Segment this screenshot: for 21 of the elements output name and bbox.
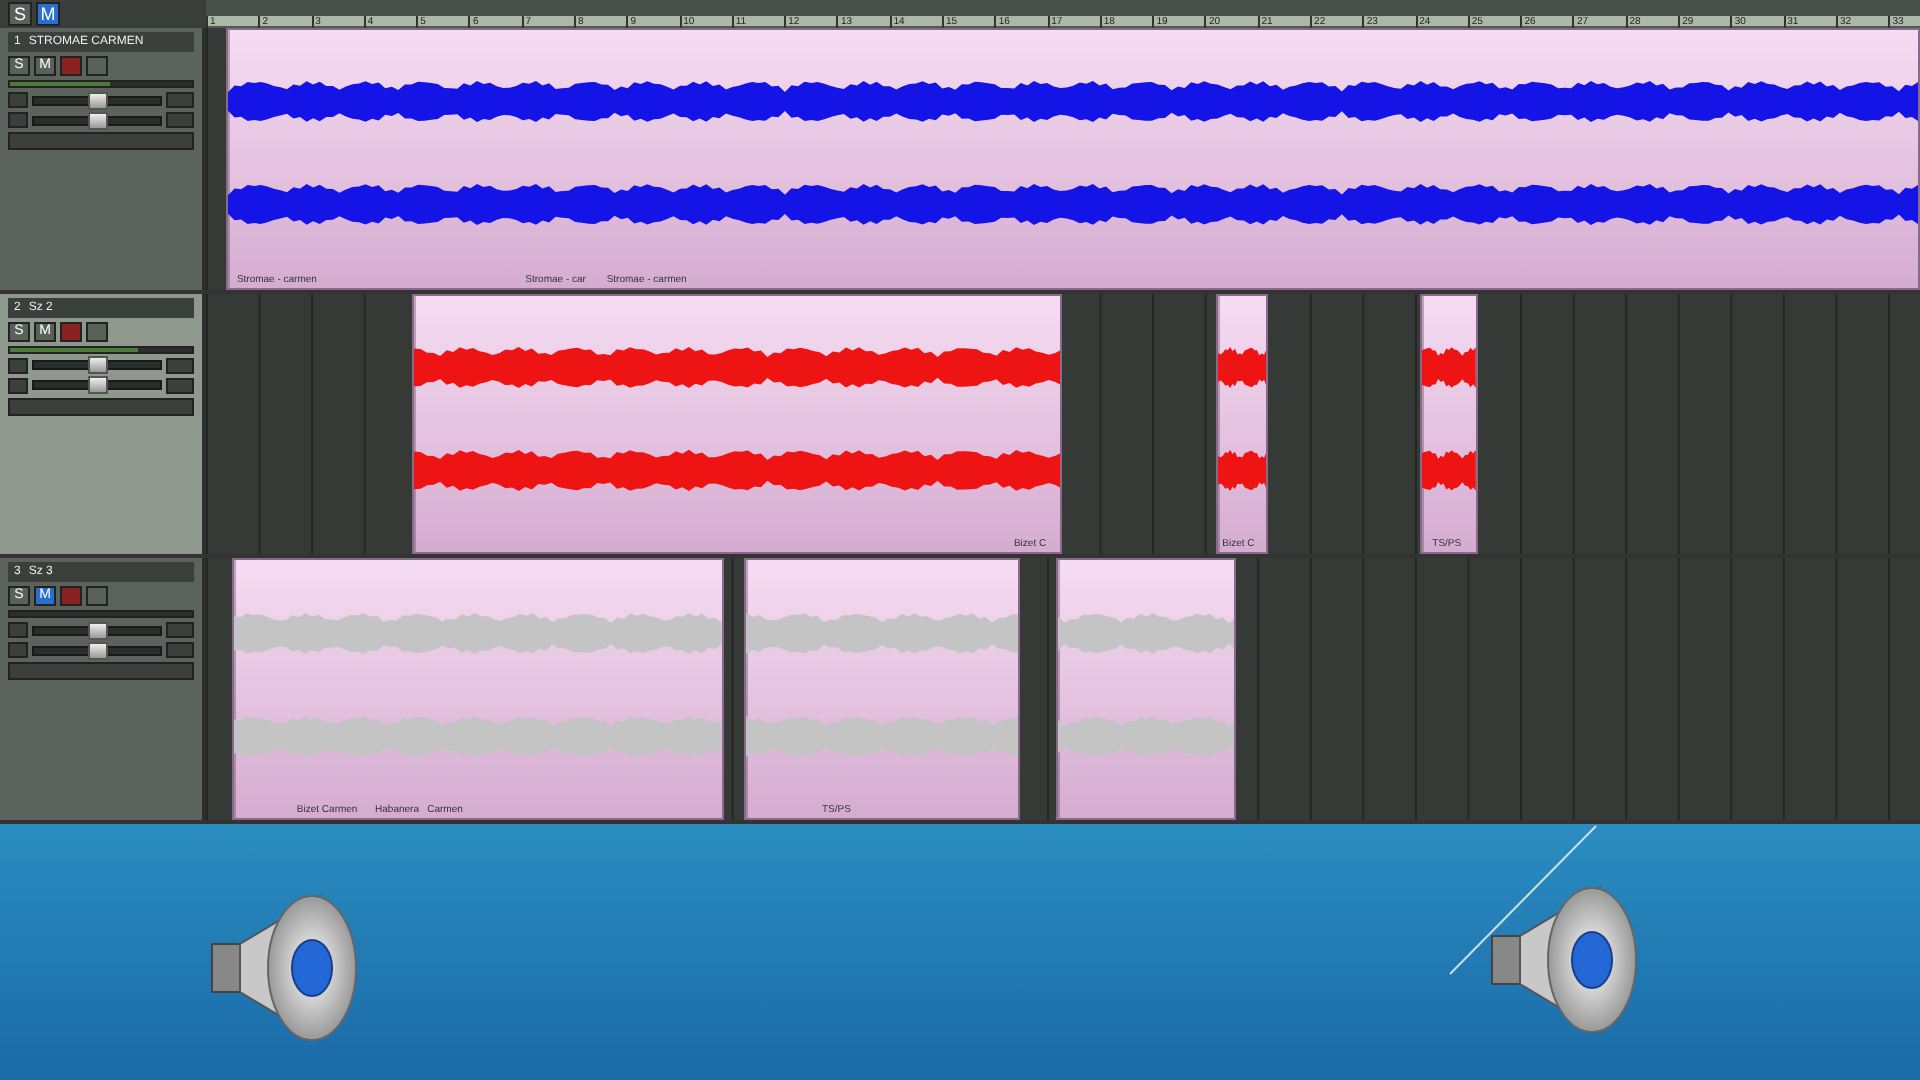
value-readout — [166, 642, 194, 659]
toolbar-toggle[interactable]: M — [36, 2, 60, 26]
toolbar-toggle[interactable]: S — [8, 2, 32, 26]
volume-slider[interactable] — [32, 360, 162, 371]
pan-slider[interactable] — [32, 115, 162, 125]
value-readout — [166, 357, 194, 374]
value-readout — [166, 377, 194, 394]
stop-button[interactable] — [86, 586, 108, 607]
pan-slider[interactable] — [32, 645, 162, 656]
record-button[interactable] — [60, 586, 82, 607]
stop-button[interactable] — [86, 321, 108, 342]
pan-slider[interactable] — [32, 380, 162, 391]
record-button[interactable] — [60, 321, 82, 342]
value-readout — [166, 92, 194, 108]
value-readout — [166, 622, 194, 639]
output-dropdown[interactable] — [8, 397, 194, 416]
audio-clip[interactable] — [1055, 558, 1237, 821]
volume-slider[interactable] — [32, 95, 162, 105]
stop-button[interactable] — [86, 56, 108, 76]
value-readout — [166, 112, 194, 128]
volume-slider[interactable] — [32, 625, 162, 636]
